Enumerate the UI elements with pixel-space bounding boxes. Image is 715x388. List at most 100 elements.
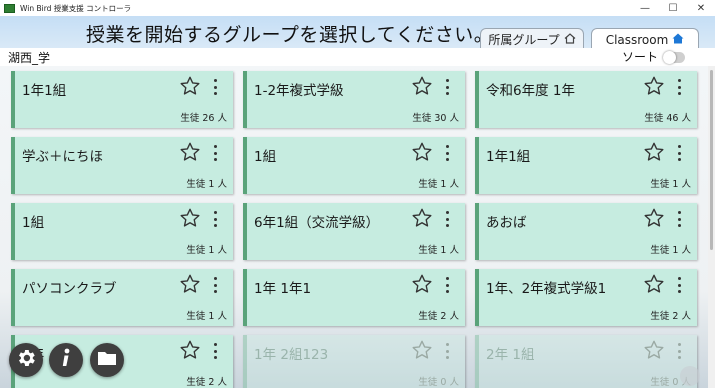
tab-affiliated-group[interactable]: 所属グループ [480, 28, 584, 50]
group-card[interactable]: 1年1組生徒 1 人 [475, 137, 697, 194]
more-options-icon[interactable] [676, 343, 682, 359]
student-count: 生徒 1 人 [650, 179, 691, 190]
kebab-dot [213, 356, 217, 359]
kebab-dot [677, 283, 681, 287]
kebab-dot [445, 92, 449, 95]
student-count: 生徒 1 人 [186, 245, 227, 256]
more-options-icon[interactable] [212, 211, 218, 227]
more-options-icon[interactable] [444, 79, 450, 95]
more-options-icon[interactable] [676, 211, 682, 227]
group-card-name: 1年1組 [486, 149, 531, 165]
favorite-star-icon[interactable] [179, 207, 201, 229]
kebab-dot [213, 151, 217, 155]
kebab-dot [213, 283, 217, 287]
kebab-dot [677, 277, 681, 280]
kebab-dot [445, 151, 449, 155]
kebab-dot [213, 217, 217, 221]
group-card[interactable]: 6年1組（交流学級） 生徒 1 人 [243, 203, 465, 260]
favorite-star-icon[interactable] [411, 339, 433, 361]
favorite-star-icon[interactable] [643, 75, 665, 97]
favorite-star-icon[interactable] [411, 75, 433, 97]
kebab-dot [445, 158, 449, 161]
student-count: 生徒 0 人 [418, 377, 459, 388]
favorite-star-icon[interactable] [643, 273, 665, 295]
kebab-dot [677, 217, 681, 221]
favorite-star-icon[interactable] [643, 141, 665, 163]
group-card[interactable]: 1組生徒 1 人 [11, 203, 233, 260]
kebab-dot [213, 79, 217, 82]
more-options-icon[interactable] [212, 277, 218, 293]
tab-classroom[interactable]: Classroom [591, 28, 699, 50]
info-button[interactable] [49, 343, 83, 377]
group-card[interactable]: パソコンクラブ 生徒 1 人 [11, 269, 233, 326]
more-options-icon[interactable] [212, 343, 218, 359]
more-options-icon[interactable] [444, 145, 450, 161]
group-card-name: 2年 1組 [486, 347, 535, 363]
maximize-button[interactable]: ☐ [659, 0, 687, 16]
group-card[interactable]: 1年 2組123 生徒 0 人 [243, 335, 465, 388]
group-card[interactable]: 令和6年度 1年生徒 46 人 [475, 71, 697, 128]
favorite-star-icon[interactable] [411, 141, 433, 163]
favorite-star-icon[interactable] [411, 207, 433, 229]
tab-affiliated-group-label: 所属グループ [488, 33, 560, 47]
kebab-dot [213, 211, 217, 214]
student-count: 生徒 46 人 [644, 113, 691, 124]
more-options-icon[interactable] [444, 211, 450, 227]
app-header: 授業を開始するグループを選択してください。 所属グループ Classroom [0, 16, 715, 50]
folder-button[interactable] [90, 343, 124, 377]
group-card[interactable]: 1組 生徒 1 人 [243, 137, 465, 194]
group-card-name: 1組 [22, 215, 45, 231]
favorite-star-icon[interactable] [643, 207, 665, 229]
window-titlebar: Win Bird 授業支援 コントローラ — ☐ ✕ [0, 0, 715, 16]
group-card[interactable]: あおば 生徒 1 人 [475, 203, 697, 260]
group-card-name: 1年1組 [22, 83, 67, 99]
more-options-icon[interactable] [444, 277, 450, 293]
kebab-dot [677, 85, 681, 89]
favorite-star-icon[interactable] [179, 141, 201, 163]
home-outline-icon [564, 32, 576, 47]
kebab-dot [213, 92, 217, 95]
more-options-icon[interactable] [676, 145, 682, 161]
student-count: 生徒 1 人 [650, 245, 691, 256]
kebab-dot [213, 85, 217, 89]
resize-grip-icon[interactable] [680, 366, 700, 386]
app-logo-icon [4, 3, 15, 13]
sort-label: ソート [622, 50, 659, 64]
kebab-dot [445, 290, 449, 293]
more-options-icon[interactable] [444, 343, 450, 359]
group-card[interactable]: 1-2年複式学級 生徒 30 人 [243, 71, 465, 128]
favorite-star-icon[interactable] [179, 273, 201, 295]
kebab-dot [445, 277, 449, 280]
group-card[interactable]: 1年 1年1 生徒 2 人 [243, 269, 465, 326]
group-list-area: 1年1組 生徒 26 人 1-2年複式学級 生徒 30 人令和6年度 1年 生徒 46 … [0, 66, 708, 388]
scrollbar[interactable] [708, 66, 715, 388]
close-button[interactable]: ✕ [687, 0, 715, 16]
kebab-dot [445, 224, 449, 227]
group-card-name: 令和6年度 1年 [486, 83, 575, 99]
kebab-dot [677, 151, 681, 155]
more-options-icon[interactable] [212, 79, 218, 95]
settings-button[interactable] [9, 343, 43, 377]
favorite-star-icon[interactable] [643, 339, 665, 361]
group-card[interactable]: 学ぶ＋にちほ 生徒 1 人 [11, 137, 233, 194]
scrollbar-thumb[interactable] [710, 70, 713, 250]
kebab-dot [677, 224, 681, 227]
student-count: 生徒 2 人 [418, 311, 459, 322]
group-card-grid: 1年1組 生徒 26 人 1-2年複式学級 生徒 30 人令和6年度 1年 生徒 46 … [11, 71, 697, 388]
group-card[interactable]: 2年 1組 生徒 0 人 [475, 335, 697, 388]
kebab-dot [445, 211, 449, 214]
minimize-button[interactable]: — [631, 0, 659, 16]
favorite-star-icon[interactable] [179, 75, 201, 97]
sort-toggle[interactable] [663, 51, 685, 64]
more-options-icon[interactable] [212, 145, 218, 161]
favorite-star-icon[interactable] [411, 273, 433, 295]
group-card[interactable]: 1年、2年複式学級1 生徒 2 人 [475, 269, 697, 326]
kebab-dot [445, 356, 449, 359]
kebab-dot [677, 211, 681, 214]
more-options-icon[interactable] [676, 277, 682, 293]
student-count: 生徒 30 人 [412, 113, 459, 124]
kebab-dot [213, 145, 217, 148]
favorite-star-icon[interactable] [179, 339, 201, 361]
more-options-icon[interactable] [676, 79, 682, 95]
group-card[interactable]: 1年1組 生徒 26 人 [11, 71, 233, 128]
